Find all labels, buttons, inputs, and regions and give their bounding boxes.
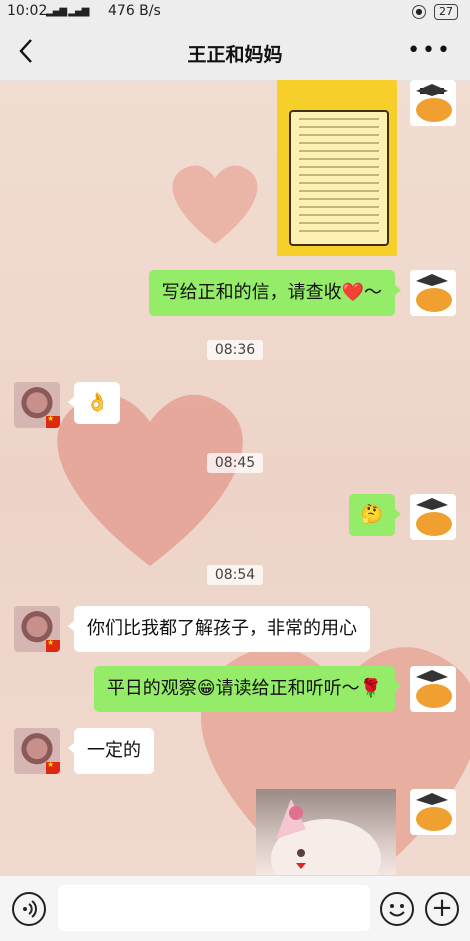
message-bubble[interactable]: 写给正和的信，请查收❤️～ — [148, 270, 402, 316]
my-avatar[interactable] — [410, 789, 456, 835]
status-time: 10:02 — [7, 3, 48, 19]
timestamp: 08:54 — [0, 564, 470, 585]
cat-photo[interactable] — [256, 789, 396, 875]
signal-icon: ▂▄▆ ▂▄▆ — [46, 6, 89, 17]
status-bar: 10:02 ▂▄▆ ▂▄▆ 476 B/s ● 27 — [0, 0, 470, 24]
emoji-icon[interactable] — [380, 892, 414, 926]
contact-avatar[interactable] — [14, 382, 60, 428]
battery-indicator: 27 — [434, 4, 458, 20]
flag-icon — [46, 414, 60, 428]
message-bubble[interactable]: 平日的观察😁请读给正和听听～🌹 — [93, 666, 402, 712]
flag-icon — [46, 638, 60, 652]
nav-bar: 王正和妈妈 ••• — [0, 24, 470, 81]
my-avatar[interactable] — [410, 270, 456, 316]
input-bar: + — [0, 875, 470, 941]
message-input[interactable] — [58, 885, 370, 931]
timestamp-label: 08:45 — [206, 453, 264, 473]
timestamp: 08:45 — [0, 452, 470, 473]
timestamp-label: 08:36 — [206, 340, 264, 360]
flag-icon — [46, 760, 60, 774]
my-avatar[interactable] — [410, 80, 456, 126]
lock-icon: ● — [412, 5, 426, 19]
timestamp: 08:36 — [0, 339, 470, 360]
heart-decoration — [172, 165, 258, 244]
contact-avatar[interactable] — [14, 728, 60, 774]
timestamp-label: 08:54 — [206, 565, 264, 585]
message-bubble[interactable]: 一定的 — [68, 728, 154, 774]
message-bubble[interactable]: 🤔 — [348, 494, 402, 536]
plus-icon[interactable]: + — [425, 892, 459, 926]
message-bubble[interactable]: 👌 — [67, 382, 121, 424]
letter-image[interactable] — [277, 80, 397, 256]
voice-icon[interactable] — [12, 892, 46, 926]
letter-paper — [289, 110, 389, 246]
more-icon[interactable]: ••• — [407, 38, 452, 63]
message-bubble[interactable]: 你们比我都了解孩子，非常的用心 — [68, 606, 370, 652]
network-speed: 476 B/s — [108, 3, 161, 19]
chat-title: 王正和妈妈 — [187, 44, 283, 66]
my-avatar[interactable] — [410, 494, 456, 540]
my-avatar[interactable] — [410, 666, 456, 712]
chat-background — [0, 80, 470, 875]
contact-avatar[interactable] — [14, 606, 60, 652]
